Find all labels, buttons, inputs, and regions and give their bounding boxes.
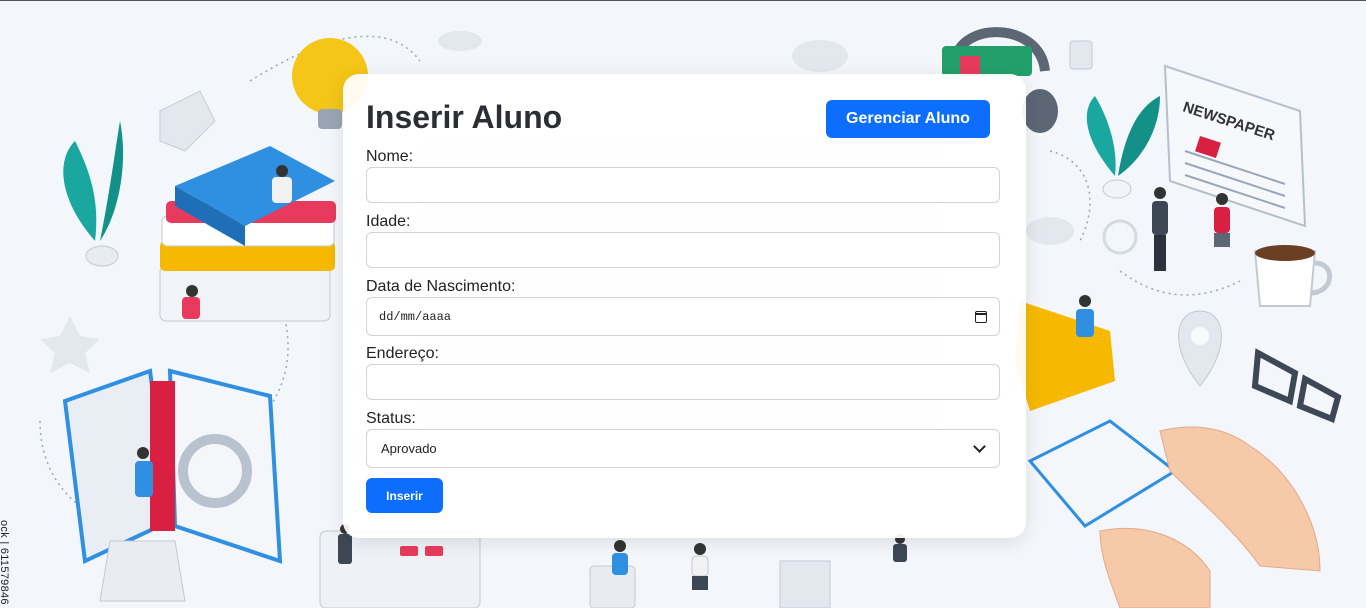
insert-student-card: Inserir Aluno Gerenciar Aluno Nome: Idad…	[343, 74, 1026, 538]
status-selected-value: Aprovado	[381, 441, 437, 456]
date-placeholder: dd/mm/aaaa	[379, 309, 452, 324]
calendar-icon[interactable]	[975, 310, 987, 323]
chevron-down-icon	[973, 440, 986, 453]
idade-input[interactable]	[366, 232, 1000, 268]
page-title: Inserir Aluno	[366, 99, 563, 135]
manage-student-button[interactable]: Gerenciar Aluno	[826, 100, 990, 138]
endereco-label: Endereço:	[366, 345, 439, 362]
stock-watermark: ock | 611579846	[0, 520, 10, 605]
status-label: Status:	[366, 410, 416, 427]
insert-button[interactable]: Inserir	[366, 478, 443, 513]
idade-label: Idade:	[366, 213, 411, 230]
nome-label: Nome:	[366, 148, 414, 165]
nascimento-label: Data de Nascimento:	[366, 278, 516, 295]
endereco-input[interactable]	[366, 364, 1000, 400]
nome-input[interactable]	[366, 167, 1000, 203]
nascimento-date-input[interactable]: dd/mm/aaaa	[366, 297, 1000, 336]
status-select[interactable]: Aprovado	[366, 429, 1000, 468]
